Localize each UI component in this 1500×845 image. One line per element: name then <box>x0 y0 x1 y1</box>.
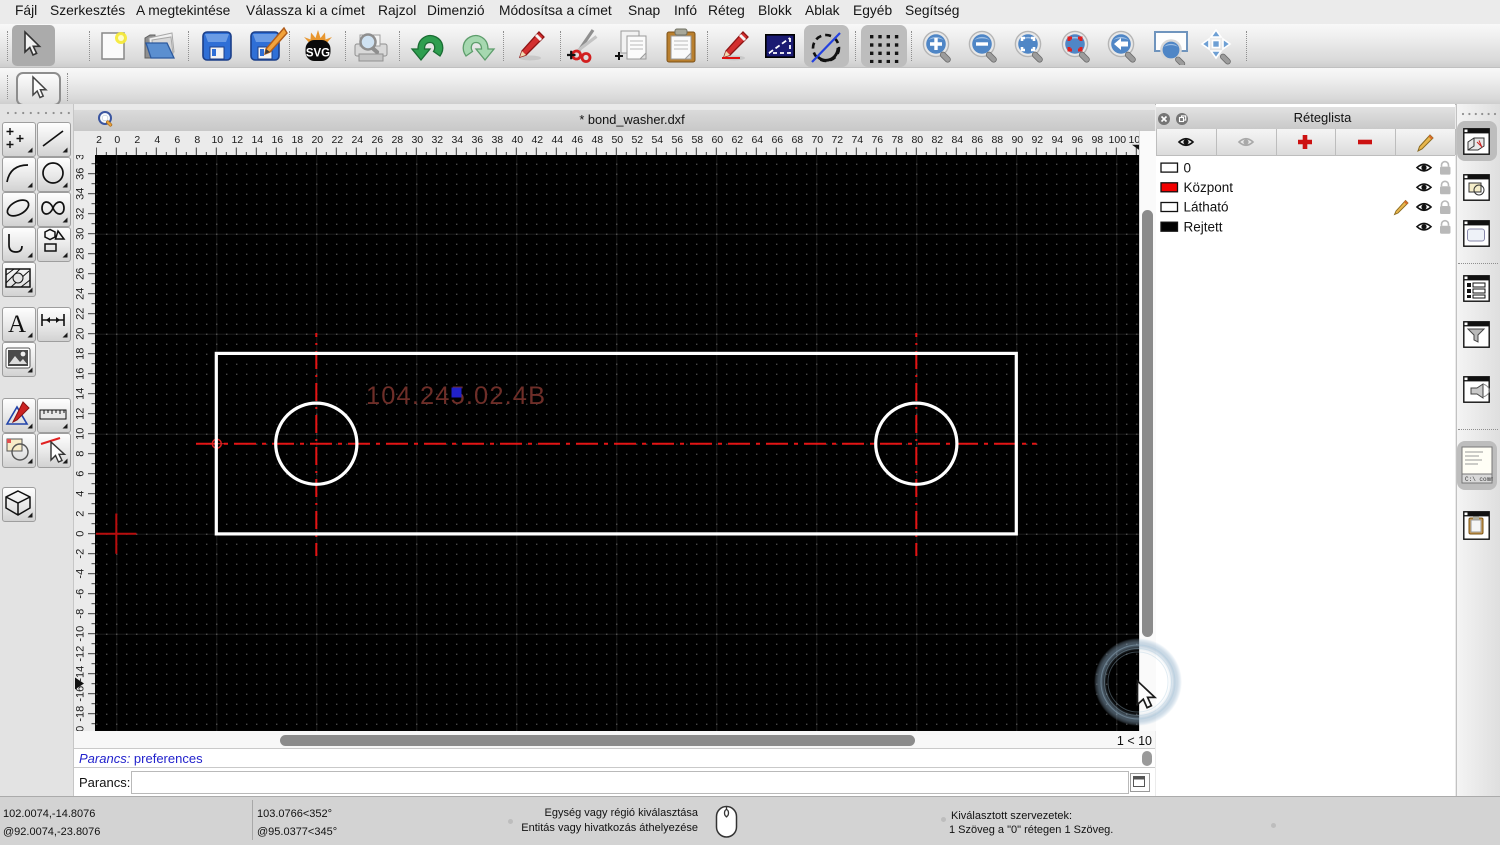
svg-text:-10: -10 <box>75 626 87 642</box>
svg-text:C:\ command: C:\ command <box>1465 476 1493 483</box>
svg-text:20: 20 <box>75 328 87 340</box>
svg-text:-6: -6 <box>75 589 87 599</box>
svg-text:14: 14 <box>75 388 87 400</box>
svg-text:0: 0 <box>75 531 87 537</box>
svg-text:-18: -18 <box>75 706 87 722</box>
svg-text:18: 18 <box>75 348 87 360</box>
svg-text:-4: -4 <box>75 569 87 579</box>
svg-text:30: 30 <box>75 228 87 240</box>
svg-text:24: 24 <box>75 288 87 300</box>
svg-text:12: 12 <box>75 408 87 420</box>
svg-text:6: 6 <box>75 471 87 477</box>
svg-text:Rejtett: Rejtett <box>1184 219 1223 234</box>
svg-text:26: 26 <box>75 268 87 280</box>
svg-text:22: 22 <box>75 308 87 320</box>
svg-text:-8: -8 <box>75 609 87 619</box>
svg-text:-12: -12 <box>75 646 87 662</box>
svg-text:8: 8 <box>75 451 87 457</box>
svg-text:0: 0 <box>1184 160 1192 175</box>
svg-text:-2: -2 <box>75 549 87 559</box>
svg-text:2: 2 <box>75 511 87 517</box>
svg-text:10: 10 <box>75 428 87 440</box>
svg-text:28: 28 <box>75 248 87 260</box>
svg-text:32: 32 <box>75 208 87 220</box>
svg-text:34: 34 <box>75 188 87 200</box>
svg-text:16: 16 <box>75 368 87 380</box>
svg-text:4: 4 <box>75 491 87 497</box>
svg-text:Látható: Látható <box>1184 200 1229 215</box>
svg-text:Központ: Központ <box>1184 180 1234 195</box>
